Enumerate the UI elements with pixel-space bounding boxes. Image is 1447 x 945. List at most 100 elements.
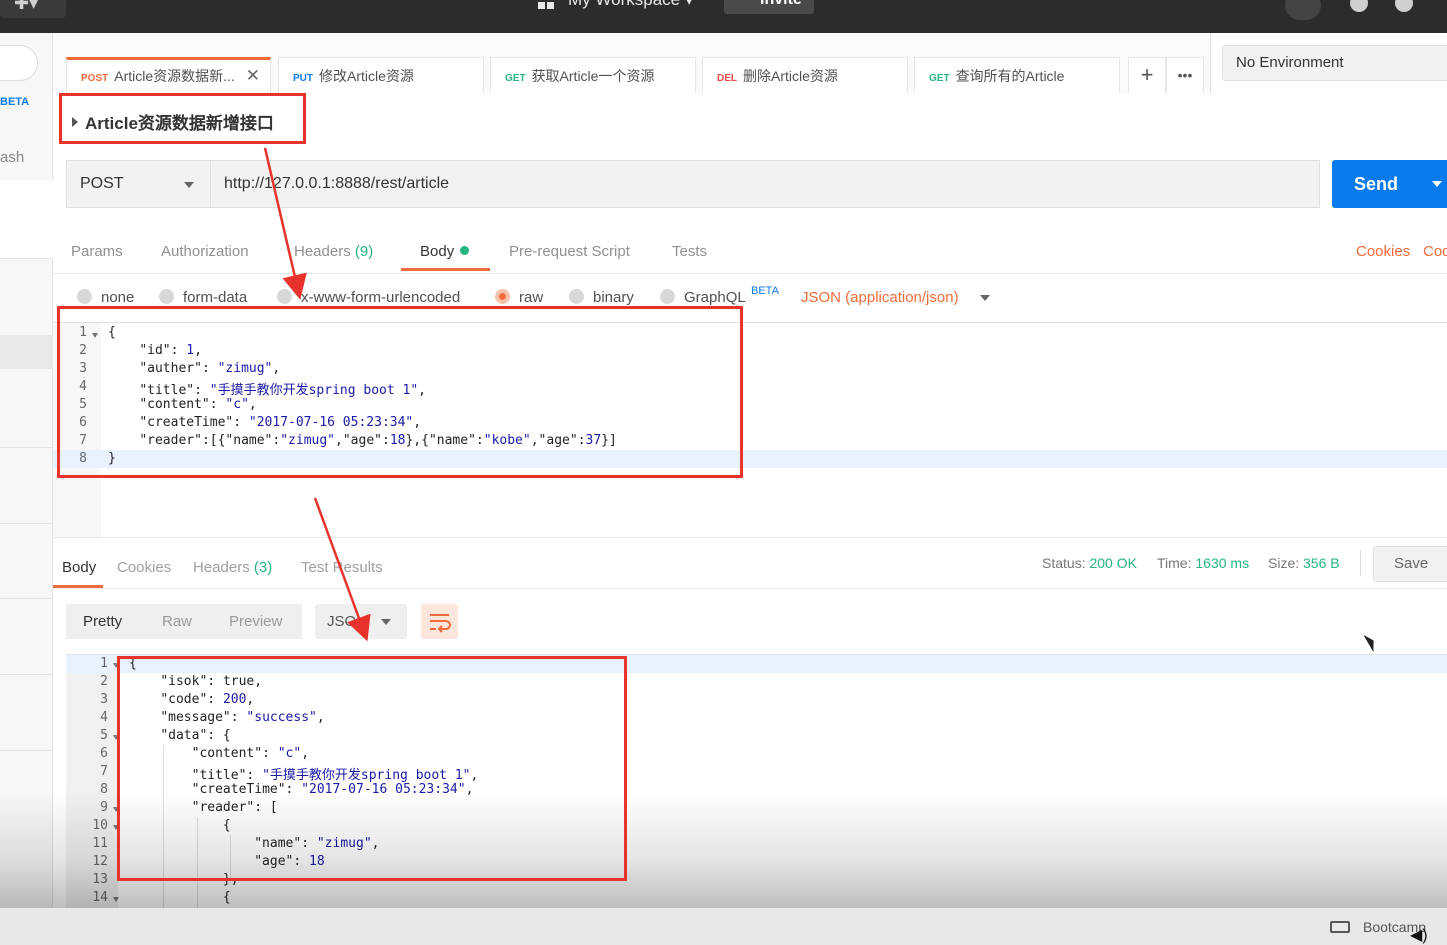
send-label: Send [1354,174,1399,194]
settings-icon[interactable] [1395,0,1413,12]
headers-count: (3) [253,559,273,576]
tab-method: POST [81,73,109,84]
status-bar [0,908,1447,945]
sidebar-search-input[interactable] [0,45,38,81]
response-line-number: 13 [92,872,108,887]
response-line-number: 12 [92,854,108,869]
tab-method: GET [505,73,526,84]
tab-authorization[interactable]: Authorization [161,243,249,260]
tab-label: Article资源数据新... [114,68,235,84]
tab-method: DEL [717,73,737,84]
body-indicator-dot [460,246,470,255]
url-input[interactable]: http://127.0.0.1:8888/rest/article [210,160,1320,208]
tab-tests[interactable]: Tests [672,243,707,260]
radio-circle [569,289,584,304]
environment-select[interactable]: No Environment [1222,45,1447,81]
view-pretty-button[interactable]: Pretty [66,604,145,639]
tab-prerequest-script[interactable]: Pre-request Script [509,243,630,260]
sidebar-item-selected[interactable] [0,335,53,369]
fold-toggle-icon[interactable] [113,897,119,902]
radio-none[interactable]: none [77,289,134,306]
time-readout: Time: 1630 ms [1157,555,1249,571]
size-label: Size: [1268,555,1300,571]
radio-circle [277,289,292,304]
divider [0,750,53,751]
workspace-switcher[interactable]: My Workspace ▾ [538,0,693,10]
response-line-number: 8 [100,782,108,797]
radio-graphql[interactable]: GraphQL [660,289,746,306]
divider [0,258,53,259]
response-line-number: 6 [100,746,108,761]
more-tabs-button[interactable]: ••• [1166,57,1204,93]
send-button[interactable]: Send [1332,160,1447,208]
radio-label: raw [519,289,544,306]
tab-article-list[interactable]: GET 查询所有的Article [914,57,1120,93]
invite-button[interactable]: Invite [724,0,814,14]
radio-circle-selected [495,289,510,304]
response-code-line: { [129,890,231,905]
status-label: Status: [1042,555,1086,571]
method-label: POST [80,175,124,192]
new-button[interactable]: ✚▾ [0,0,66,18]
tab-article-delete[interactable]: DEL 删除Article资源 [702,57,908,93]
active-tab-underline [401,268,490,271]
radio-label: x-www-form-urlencoded [301,289,461,306]
radio-label: none [101,289,135,306]
active-tab-underline [53,585,103,588]
radio-binary[interactable]: binary [569,289,634,306]
status-value: 200 OK [1089,555,1137,571]
tab-label: Headers [193,559,250,576]
radio-raw[interactable]: raw [495,289,543,306]
response-line-number: 1 [100,656,108,671]
content-type-select[interactable]: JSON (application/json) [801,289,959,306]
interceptor-icon[interactable] [1350,0,1368,12]
wrap-lines-button[interactable] [421,604,458,639]
tab-response-cookies[interactable]: Cookies [117,559,171,576]
radio-circle [159,289,174,304]
radio-form-data[interactable]: form-data [159,289,247,306]
save-response-button[interactable]: Save [1373,546,1447,582]
add-tab-button[interactable]: + [1128,57,1166,93]
mouse-cursor-icon [1363,631,1379,653]
beta-badge: BETA [751,285,779,297]
format-select[interactable]: JSON [315,604,407,639]
size-readout: Size: 356 B [1268,555,1340,571]
radio-label: binary [593,289,634,306]
view-raw-button[interactable]: Raw [145,604,212,639]
cookies-link[interactable]: Cookies [1356,243,1410,260]
tab-label: 删除Article资源 [743,68,838,84]
tab-article-create[interactable]: POST Article资源数据新... ✕ [66,57,271,93]
method-select[interactable]: POST [66,160,211,208]
radio-urlencoded[interactable]: x-www-form-urlencoded [277,289,460,306]
invite-label: Invite [760,0,802,8]
tab-response-headers[interactable]: Headers (3) [193,559,272,576]
divider [0,447,53,448]
beta-badge: BETA [0,96,30,108]
bootcamp-icon [1330,921,1350,933]
response-line-number: 14 [92,890,108,905]
chevron-down-icon [381,619,391,625]
speaker-icon[interactable]: ◀) [1410,925,1440,945]
tab-body[interactable]: Body [420,243,470,260]
sidebar-history-tab[interactable]: ash [0,149,24,166]
tab-label: 查询所有的Article [955,68,1065,84]
chevron-down-icon[interactable] [980,295,990,301]
sync-icon[interactable] [1285,0,1321,20]
response-line-number: 4 [100,710,108,725]
workspace-grid-icon [538,0,554,9]
tab-test-results[interactable]: Test Results [301,559,383,576]
close-icon[interactable]: ✕ [246,60,260,92]
tab-response-body[interactable]: Body [62,559,96,576]
response-line-number: 9 [100,800,108,815]
view-preview-button[interactable]: Preview [212,604,302,639]
tab-headers[interactable]: Headers (9) [294,243,373,260]
radio-label: form-data [183,289,248,306]
tab-article-get[interactable]: GET 获取Article一个资源 [490,57,696,93]
chevron-down-icon[interactable] [1432,181,1442,187]
tab-article-update[interactable]: PUT 修改Article资源 [278,57,484,93]
response-line-number: 11 [92,836,108,851]
tab-label: Body [420,243,455,260]
tab-params[interactable]: Params [71,243,123,260]
code-link[interactable]: Code [1423,243,1447,260]
response-line-number: 10 [92,818,108,833]
